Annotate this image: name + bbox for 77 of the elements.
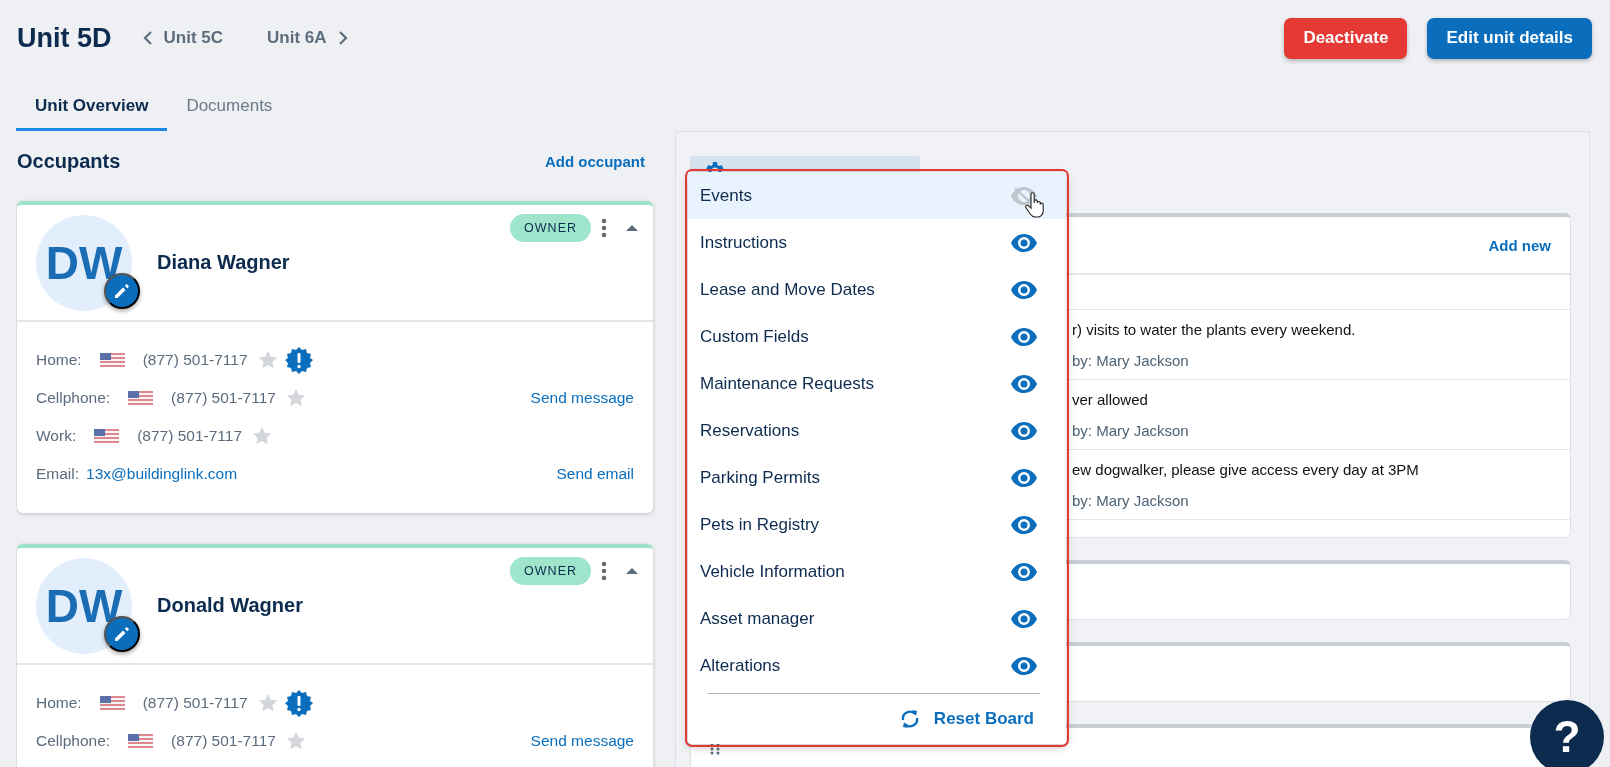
star-icon[interactable]	[284, 730, 307, 752]
contact-label: Cellphone:	[36, 389, 111, 407]
contact-label: Home:	[36, 351, 82, 369]
next-unit-link[interactable]: Unit 6A	[267, 28, 327, 48]
add-new-link[interactable]: Add new	[1488, 236, 1551, 254]
contact-label: Work:	[36, 427, 77, 445]
occupant-name: Diana Wagner	[157, 251, 290, 274]
chevron-left-icon[interactable]	[141, 30, 154, 46]
eye-icon[interactable]	[1010, 655, 1038, 676]
note-text: ver allowed	[1072, 390, 1149, 408]
phone-number: (877) 501-7117	[171, 389, 276, 407]
eye-icon[interactable]	[1010, 608, 1038, 629]
menu-item[interactable]: Asset manager	[688, 595, 1066, 642]
star-icon[interactable]	[256, 349, 279, 371]
note-author: by: Mary Jackson	[1072, 491, 1190, 509]
contact-label: Home:	[36, 694, 82, 712]
eye-icon[interactable]	[1010, 373, 1038, 394]
menu-item[interactable]: Pets in Registry	[688, 501, 1066, 548]
star-icon[interactable]	[256, 692, 279, 714]
contact-label: Email:	[36, 465, 80, 483]
email-link[interactable]: 13x@buildinglink.com	[86, 465, 238, 483]
eye-icon[interactable]	[1010, 279, 1038, 300]
occupant-name: Donald Wagner	[157, 594, 303, 617]
unit-title: Unit 5D	[17, 22, 112, 54]
menu-item[interactable]: Instructions	[688, 219, 1066, 266]
role-badge: OWNER	[510, 214, 591, 242]
send-message-link[interactable]: Send message	[530, 389, 634, 407]
more-icon[interactable]	[601, 218, 607, 238]
send-message-link[interactable]: Send message	[530, 732, 634, 750]
role-badge: OWNER	[510, 557, 591, 585]
note-text: r) visits to water the plants every weekend.	[1072, 320, 1357, 338]
menu-item[interactable]: Lease and Move Dates	[688, 266, 1066, 313]
phone-number: (877) 501-7117	[142, 694, 248, 712]
eye-icon[interactable]	[1010, 467, 1038, 488]
reset-board-button[interactable]: Reset Board	[688, 694, 1066, 744]
star-icon[interactable]	[251, 425, 274, 447]
section-title: Occupants	[16, 149, 121, 173]
tab[interactable]: Unit Overview	[16, 76, 168, 131]
contact-label: Cellphone:	[36, 732, 111, 750]
send-email-link[interactable]: Send email	[556, 465, 634, 483]
star-icon[interactable]	[284, 387, 307, 409]
menu-item[interactable]: Events	[688, 172, 1066, 219]
hand-pointer-icon	[1024, 192, 1046, 218]
help-button[interactable]: ?	[1530, 700, 1604, 767]
menu-item[interactable]: Maintenance Requests	[688, 360, 1066, 407]
flag-icon	[99, 696, 125, 710]
tab[interactable]: Documents	[167, 76, 292, 131]
flag-icon	[94, 429, 120, 443]
edit-button[interactable]: Edit unit details	[1427, 17, 1592, 59]
pencil-icon	[113, 281, 131, 300]
deactivate-button[interactable]: Deactivate	[1284, 17, 1408, 59]
more-icon[interactable]	[601, 561, 607, 581]
add-occupant-link[interactable]: Add occupant	[545, 152, 645, 170]
note-text: ew dogwalker, please give access every day at 3PM	[1072, 460, 1420, 478]
flag-icon	[128, 391, 154, 405]
menu-item[interactable]: Reservations	[688, 407, 1066, 454]
flag-icon	[99, 353, 125, 367]
chevron-right-icon[interactable]	[336, 30, 349, 46]
note-author: by: Mary Jackson	[1072, 421, 1190, 439]
menu-item[interactable]: Alterations	[688, 642, 1066, 689]
caret-up-icon[interactable]	[625, 224, 639, 232]
eye-icon[interactable]	[1010, 232, 1038, 253]
flag-icon	[128, 734, 154, 748]
eye-icon[interactable]	[1010, 420, 1038, 441]
eye-icon[interactable]	[1010, 326, 1038, 347]
pencil-icon	[113, 624, 131, 643]
caret-up-icon[interactable]	[625, 567, 639, 575]
menu-item[interactable]: Parking Permits	[688, 454, 1066, 501]
menu-item[interactable]: Vehicle Information	[688, 548, 1066, 595]
previous-unit-link[interactable]: Unit 5C	[163, 28, 223, 48]
phone-number: (877) 501-7117	[137, 427, 243, 445]
note-author: by: Mary Jackson	[1072, 351, 1190, 369]
menu-item[interactable]: Custom Fields	[688, 313, 1066, 360]
phone-number: (877) 501-7117	[171, 732, 276, 750]
eye-icon[interactable]	[1010, 514, 1038, 535]
eye-icon[interactable]	[1010, 561, 1038, 582]
phone-number: (877) 501-7117	[142, 351, 248, 369]
